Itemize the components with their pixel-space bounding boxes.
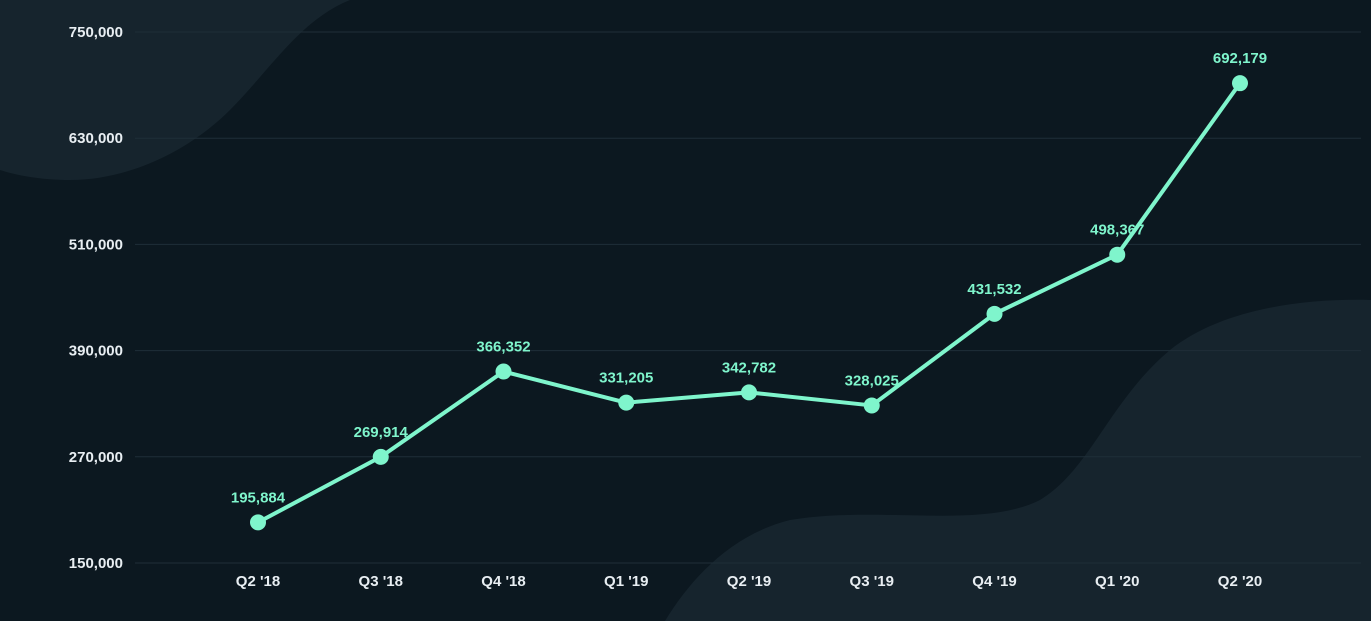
line-chart: 150,000 270,000 390,000 510,000 630,000 750,0… [0, 0, 1371, 621]
data-point [618, 394, 635, 411]
data-label: 328,025 [845, 372, 899, 389]
data-point [495, 363, 512, 380]
data-label: 366,352 [476, 339, 530, 356]
background-blob-top-left [0, 0, 350, 180]
data-point [986, 305, 1003, 322]
data-point [741, 384, 757, 401]
x-tick-label: Q3 '18 [359, 573, 403, 590]
x-tick-label: Q4 '19 [972, 573, 1016, 590]
y-tick-label: 390,000 [69, 343, 123, 360]
data-label: 692,179 [1213, 50, 1267, 67]
chart-container: 150,000 270,000 390,000 510,000 630,000 750,0… [0, 0, 1371, 621]
background-decoration [0, 0, 1371, 621]
y-tick-label: 150,000 [69, 555, 123, 572]
x-tick-label: Q2 '19 [727, 573, 771, 590]
data-label: 331,205 [599, 370, 653, 387]
data-point [863, 397, 880, 414]
x-axis: Q2 '18 Q3 '18 Q4 '18 Q1 '19 Q2 '19 Q3 '19 Q4 '… [236, 573, 1262, 590]
y-tick-label: 750,000 [69, 24, 123, 41]
data-label: 498,367 [1090, 222, 1144, 239]
data-label: 431,532 [967, 281, 1021, 298]
data-point [1109, 246, 1126, 263]
data-point [250, 514, 266, 531]
data-label: 342,782 [722, 359, 776, 376]
data-point [1232, 75, 1248, 92]
x-tick-label: Q2 '20 [1218, 573, 1262, 590]
data-label: 269,914 [354, 424, 409, 441]
x-tick-label: Q3 '19 [850, 573, 894, 590]
y-tick-label: 270,000 [69, 449, 123, 466]
x-tick-label: Q1 '19 [604, 573, 648, 590]
x-tick-label: Q4 '18 [481, 573, 525, 590]
data-label: 195,884 [231, 489, 286, 506]
data-point [372, 448, 389, 465]
x-tick-label: Q1 '20 [1095, 573, 1139, 590]
x-tick-label: Q2 '18 [236, 573, 280, 590]
y-tick-label: 630,000 [69, 130, 123, 147]
y-tick-label: 510,000 [69, 236, 123, 253]
